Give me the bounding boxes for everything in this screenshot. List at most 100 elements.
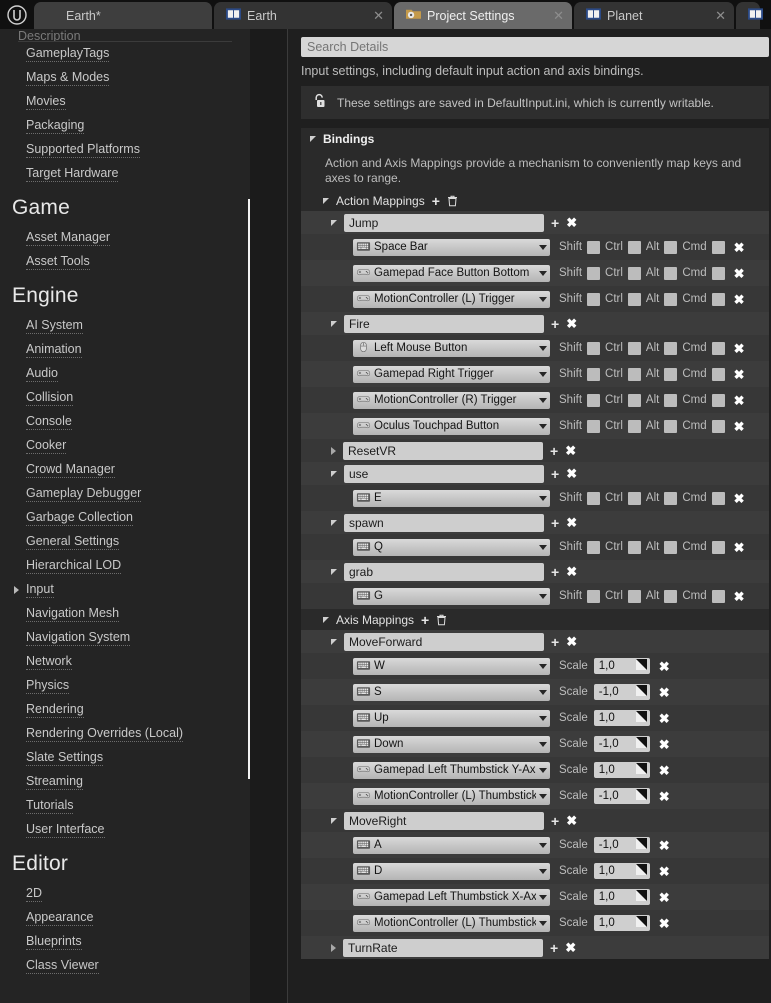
sidebar-item-ai-system[interactable]: AI System [0,314,250,338]
sidebar-clipped-item[interactable]: Description [18,29,232,42]
remove-key-button[interactable]: ✖ [659,790,670,803]
chevron-down-icon[interactable] [539,894,547,900]
key-binding-row-motioncontroller-l-trigger[interactable]: MotionController (L) Trigger Shift Ctrl Alt… [301,286,769,312]
key-binding-row-down[interactable]: Down Scale -1,0 ✖ [301,731,769,757]
cmd-checkbox[interactable] [711,419,725,433]
mapping-name-input[interactable]: TurnRate [343,938,543,957]
add-key-button[interactable]: + [551,565,559,579]
key-binding-row-space-bar[interactable]: Space Bar Shift Ctrl Alt Cmd ✖ [301,234,769,260]
key-select[interactable]: A [353,836,550,854]
alt-checkbox[interactable] [664,589,678,603]
chevron-down-icon[interactable] [539,868,547,874]
alt-checkbox[interactable] [664,419,678,433]
action-mapping-row-use[interactable]: use + ✖ [301,462,769,485]
scale-input[interactable]: -1,0 [593,736,650,752]
sidebar-item-asset-manager[interactable]: Asset Manager [0,226,250,250]
remove-key-button[interactable]: ✖ [659,738,670,751]
key-binding-row-gamepad-face-button-bottom[interactable]: Gamepad Face Button Bottom Shift Ctrl Alt Cm… [301,260,769,286]
close-icon[interactable]: ✕ [709,8,726,24]
chevron-down-icon[interactable] [331,817,337,824]
chevron-down-icon[interactable] [331,320,337,327]
mapping-name-input[interactable]: use [344,464,544,483]
sidebar-item-streaming[interactable]: Streaming [0,770,250,794]
key-select[interactable]: W [353,657,550,675]
tab-overflow[interactable] [736,2,763,29]
add-key-button[interactable]: + [551,516,559,530]
sidebar-item-navigation-system[interactable]: Navigation System [0,626,250,650]
remove-key-button[interactable]: ✖ [734,368,745,381]
add-action-mapping-button[interactable]: + [432,194,440,208]
revert-icon[interactable] [635,763,647,777]
add-axis-mapping-button[interactable]: + [421,613,429,627]
revert-icon[interactable] [635,711,647,725]
alt-checkbox[interactable] [664,540,678,554]
shift-checkbox[interactable] [587,341,601,355]
scale-input[interactable]: -1,0 [593,837,650,853]
key-binding-row-up[interactable]: Up Scale 1,0 ✖ [301,705,769,731]
key-select[interactable]: D [353,862,550,880]
sidebar-item-blueprints[interactable]: Blueprints [0,930,250,954]
sidebar-item-tutorials[interactable]: Tutorials [0,794,250,818]
key-binding-row-motioncontroller-l-thumbstick-x[interactable]: MotionController (L) Thumbstick X Scale 1,… [301,910,769,936]
remove-mapping-button[interactable]: ✖ [566,516,577,529]
sidebar-item-audio[interactable]: Audio [0,362,250,386]
revert-icon[interactable] [635,838,647,852]
remove-key-button[interactable]: ✖ [659,839,670,852]
add-key-button[interactable]: + [550,941,558,955]
mapping-name-input[interactable]: ResetVR [343,441,543,460]
add-key-button[interactable]: + [551,317,559,331]
chevron-down-icon[interactable] [539,495,547,501]
ctrl-checkbox[interactable] [627,240,641,254]
scale-input[interactable]: 1,0 [593,710,650,726]
alt-checkbox[interactable] [664,341,678,355]
ctrl-checkbox[interactable] [627,491,641,505]
remove-mapping-button[interactable]: ✖ [565,444,576,457]
sidebar-item-crowd-manager[interactable]: Crowd Manager [0,458,250,482]
chevron-down-icon[interactable] [539,244,547,250]
revert-icon[interactable] [635,890,647,904]
chevron-down-icon[interactable] [539,715,547,721]
revert-icon[interactable] [635,916,647,930]
sidebar-item-navigation-mesh[interactable]: Navigation Mesh [0,602,250,626]
remove-key-button[interactable]: ✖ [659,891,670,904]
key-binding-row-gamepad-right-trigger[interactable]: Gamepad Right Trigger Shift Ctrl Alt Cmd ✖ [301,361,769,387]
tab-planet[interactable]: Planet ✕ [574,2,734,29]
chevron-right-icon[interactable] [14,586,19,594]
revert-icon[interactable] [635,737,647,751]
action-mappings-group-header[interactable]: Action Mappings + [301,190,769,211]
add-key-button[interactable]: + [551,814,559,828]
sidebar-item-garbage-collection[interactable]: Garbage Collection [0,506,250,530]
cmd-checkbox[interactable] [711,292,725,306]
sidebar-scrollbar[interactable] [248,29,250,1003]
remove-mapping-button[interactable]: ✖ [566,216,577,229]
cmd-checkbox[interactable] [711,367,725,381]
axis-mappings-group-header[interactable]: Axis Mappings + [301,609,769,630]
remove-key-button[interactable]: ✖ [659,660,670,673]
action-mapping-row-moveforward[interactable]: MoveForward + ✖ [301,630,769,653]
remove-key-button[interactable]: ✖ [734,541,745,554]
remove-key-button[interactable]: ✖ [734,492,745,505]
remove-key-button[interactable]: ✖ [659,686,670,699]
revert-icon[interactable] [635,659,647,673]
action-mapping-row-spawn[interactable]: spawn + ✖ [301,511,769,534]
cmd-checkbox[interactable] [711,240,725,254]
remove-mapping-button[interactable]: ✖ [565,941,576,954]
sidebar-item-gameplaytags[interactable]: GameplayTags [0,42,250,66]
chevron-down-icon[interactable] [539,270,547,276]
shift-checkbox[interactable] [587,491,601,505]
close-icon[interactable]: ✕ [367,8,384,24]
action-mapping-row-resetvr[interactable]: ResetVR + ✖ [301,439,769,462]
chevron-right-icon[interactable] [331,446,336,455]
chevron-down-icon[interactable] [539,397,547,403]
revert-icon[interactable] [635,789,647,803]
sidebar-item-rendering-overrides-local[interactable]: Rendering Overrides (Local) [0,722,250,746]
sidebar-item-hierarchical-lod[interactable]: Hierarchical LOD [0,554,250,578]
chevron-down-icon[interactable] [331,470,337,477]
remove-key-button[interactable]: ✖ [734,420,745,433]
key-select[interactable]: Gamepad Left Thumbstick Y-Axis [353,761,550,779]
key-select[interactable]: E [353,489,550,507]
remove-mapping-button[interactable]: ✖ [566,565,577,578]
shift-checkbox[interactable] [587,589,601,603]
sidebar-item-physics[interactable]: Physics [0,674,250,698]
sidebar-item-gameplay-debugger[interactable]: Gameplay Debugger [0,482,250,506]
